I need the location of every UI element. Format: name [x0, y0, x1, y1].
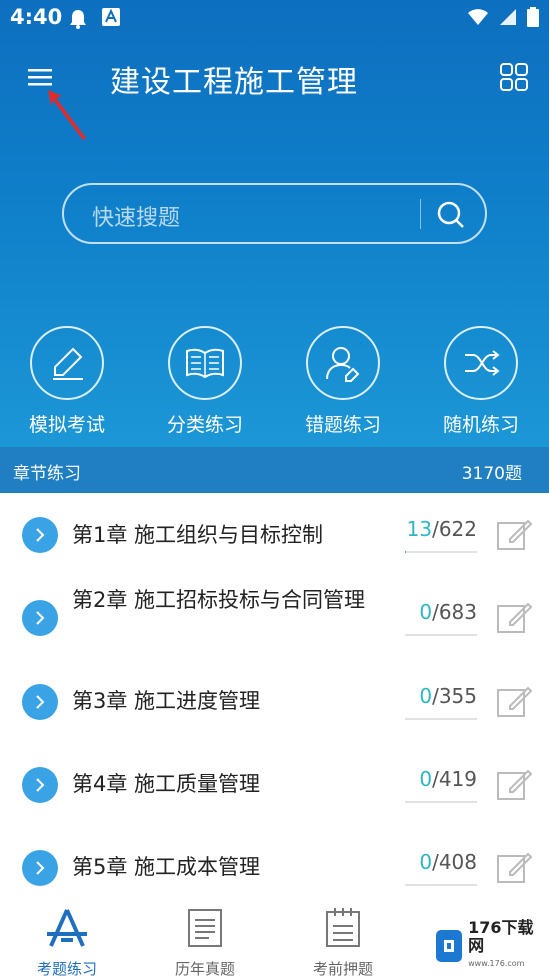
edit-icon[interactable]	[496, 684, 532, 720]
signal-icon	[500, 9, 516, 25]
tab-pre-exam-predictions[interactable]: 考前押题	[288, 906, 398, 979]
tab-label: 历年真题	[174, 960, 235, 978]
progress-track	[405, 718, 477, 720]
progress-track	[405, 801, 477, 803]
feature-wrong-questions[interactable]: 错题练习	[288, 326, 398, 437]
search-box[interactable]: 快速搜题	[62, 183, 487, 244]
chapter-row[interactable]: 第2章 施工招标投标与合同管理 0/683	[0, 576, 549, 664]
chapter-row[interactable]: 第3章 施工进度管理 0/355	[0, 664, 549, 747]
chevron-right-icon	[22, 767, 58, 803]
feature-ring	[444, 326, 518, 400]
battery-icon	[527, 7, 539, 27]
feature-ring	[306, 326, 380, 400]
document-icon	[188, 909, 222, 947]
pencil-icon	[53, 347, 83, 380]
clipboard-icon	[326, 908, 360, 947]
feature-label: 错题练习	[304, 414, 381, 436]
feature-mock-exam[interactable]: 模拟考试	[12, 326, 122, 437]
chapter-title: 第5章 施工成本管理	[72, 855, 261, 879]
progress-fill	[405, 551, 407, 553]
chevron-right-icon	[22, 850, 58, 886]
tab-label: 考题练习	[36, 960, 97, 978]
chapter-progress-count: 0/419	[419, 767, 477, 791]
shuffle-icon	[465, 350, 500, 376]
feature-random-practice[interactable]: 随机练习	[426, 326, 536, 437]
progress-track	[405, 884, 477, 886]
feature-ring	[30, 326, 104, 400]
feature-label: 模拟考试	[28, 414, 105, 436]
edit-icon[interactable]	[496, 850, 532, 886]
chapter-progress-count: 0/683	[419, 600, 477, 624]
progress-track	[405, 634, 477, 636]
edit-icon[interactable]	[496, 517, 532, 553]
feature-ring	[168, 326, 242, 400]
grid-menu-icon[interactable]	[499, 62, 529, 92]
search-icon[interactable]	[435, 199, 467, 231]
search-placeholder: 快速搜题	[92, 206, 181, 231]
chevron-right-icon	[22, 600, 58, 636]
feature-category-practice[interactable]: 分类练习	[150, 326, 260, 437]
app-notification-icon	[102, 8, 120, 26]
wifi-icon	[468, 9, 488, 25]
feature-label: 随机练习	[442, 414, 519, 436]
progress-track	[405, 551, 477, 553]
chapter-title: 第3章 施工进度管理	[72, 689, 261, 713]
chapter-title: 第1章 施工组织与目标控制	[72, 523, 324, 547]
chevron-right-icon	[22, 517, 58, 553]
watermark-badge-icon	[436, 930, 463, 962]
chapter-progress-count: 13/622	[406, 517, 477, 541]
red-arrow-annotation	[48, 90, 86, 140]
hero-panel: 4:40 建设工程施工管理 快速搜题 模拟考试 分类练习 错题练习 随机练习	[0, 0, 549, 447]
user-edit-icon	[326, 347, 360, 382]
tab-exam-practice[interactable]: 考题练习	[12, 906, 122, 979]
tab-past-papers[interactable]: 历年真题	[150, 906, 260, 979]
chapter-progress-count: 0/408	[419, 850, 477, 874]
status-bar: 4:40	[0, 0, 549, 38]
section-total: 3170题	[461, 464, 522, 484]
chapter-row[interactable]: 第5章 施工成本管理 0/408	[0, 830, 549, 900]
edit-icon[interactable]	[496, 767, 532, 803]
chapter-row[interactable]: 第4章 施工质量管理 0/419	[0, 747, 549, 830]
watermark-logo: 176下载网 www.176.com	[436, 919, 544, 968]
chapter-progress-count: 0/355	[419, 684, 477, 708]
chevron-right-icon	[22, 684, 58, 720]
feature-label: 分类练习	[166, 414, 243, 436]
notification-bell-icon	[70, 10, 86, 29]
edit-icon[interactable]	[496, 600, 532, 636]
chapter-title: 第2章 施工招标投标与合同管理	[72, 588, 366, 612]
app-title: 建设工程施工管理	[110, 65, 358, 100]
section-header: 章节练习 3170题	[0, 447, 549, 493]
book-icon	[186, 348, 224, 379]
section-title: 章节练习	[13, 464, 81, 484]
search-divider	[420, 199, 421, 229]
status-time: 4:40	[10, 5, 63, 29]
compass-icon	[47, 909, 87, 947]
chapter-title: 第4章 施工质量管理	[72, 772, 261, 796]
watermark-text: 176下载网 www.176.com	[468, 918, 534, 969]
chapter-row[interactable]: 第1章 施工组织与目标控制 13/622	[0, 493, 549, 576]
tab-label: 考前押题	[312, 960, 373, 978]
